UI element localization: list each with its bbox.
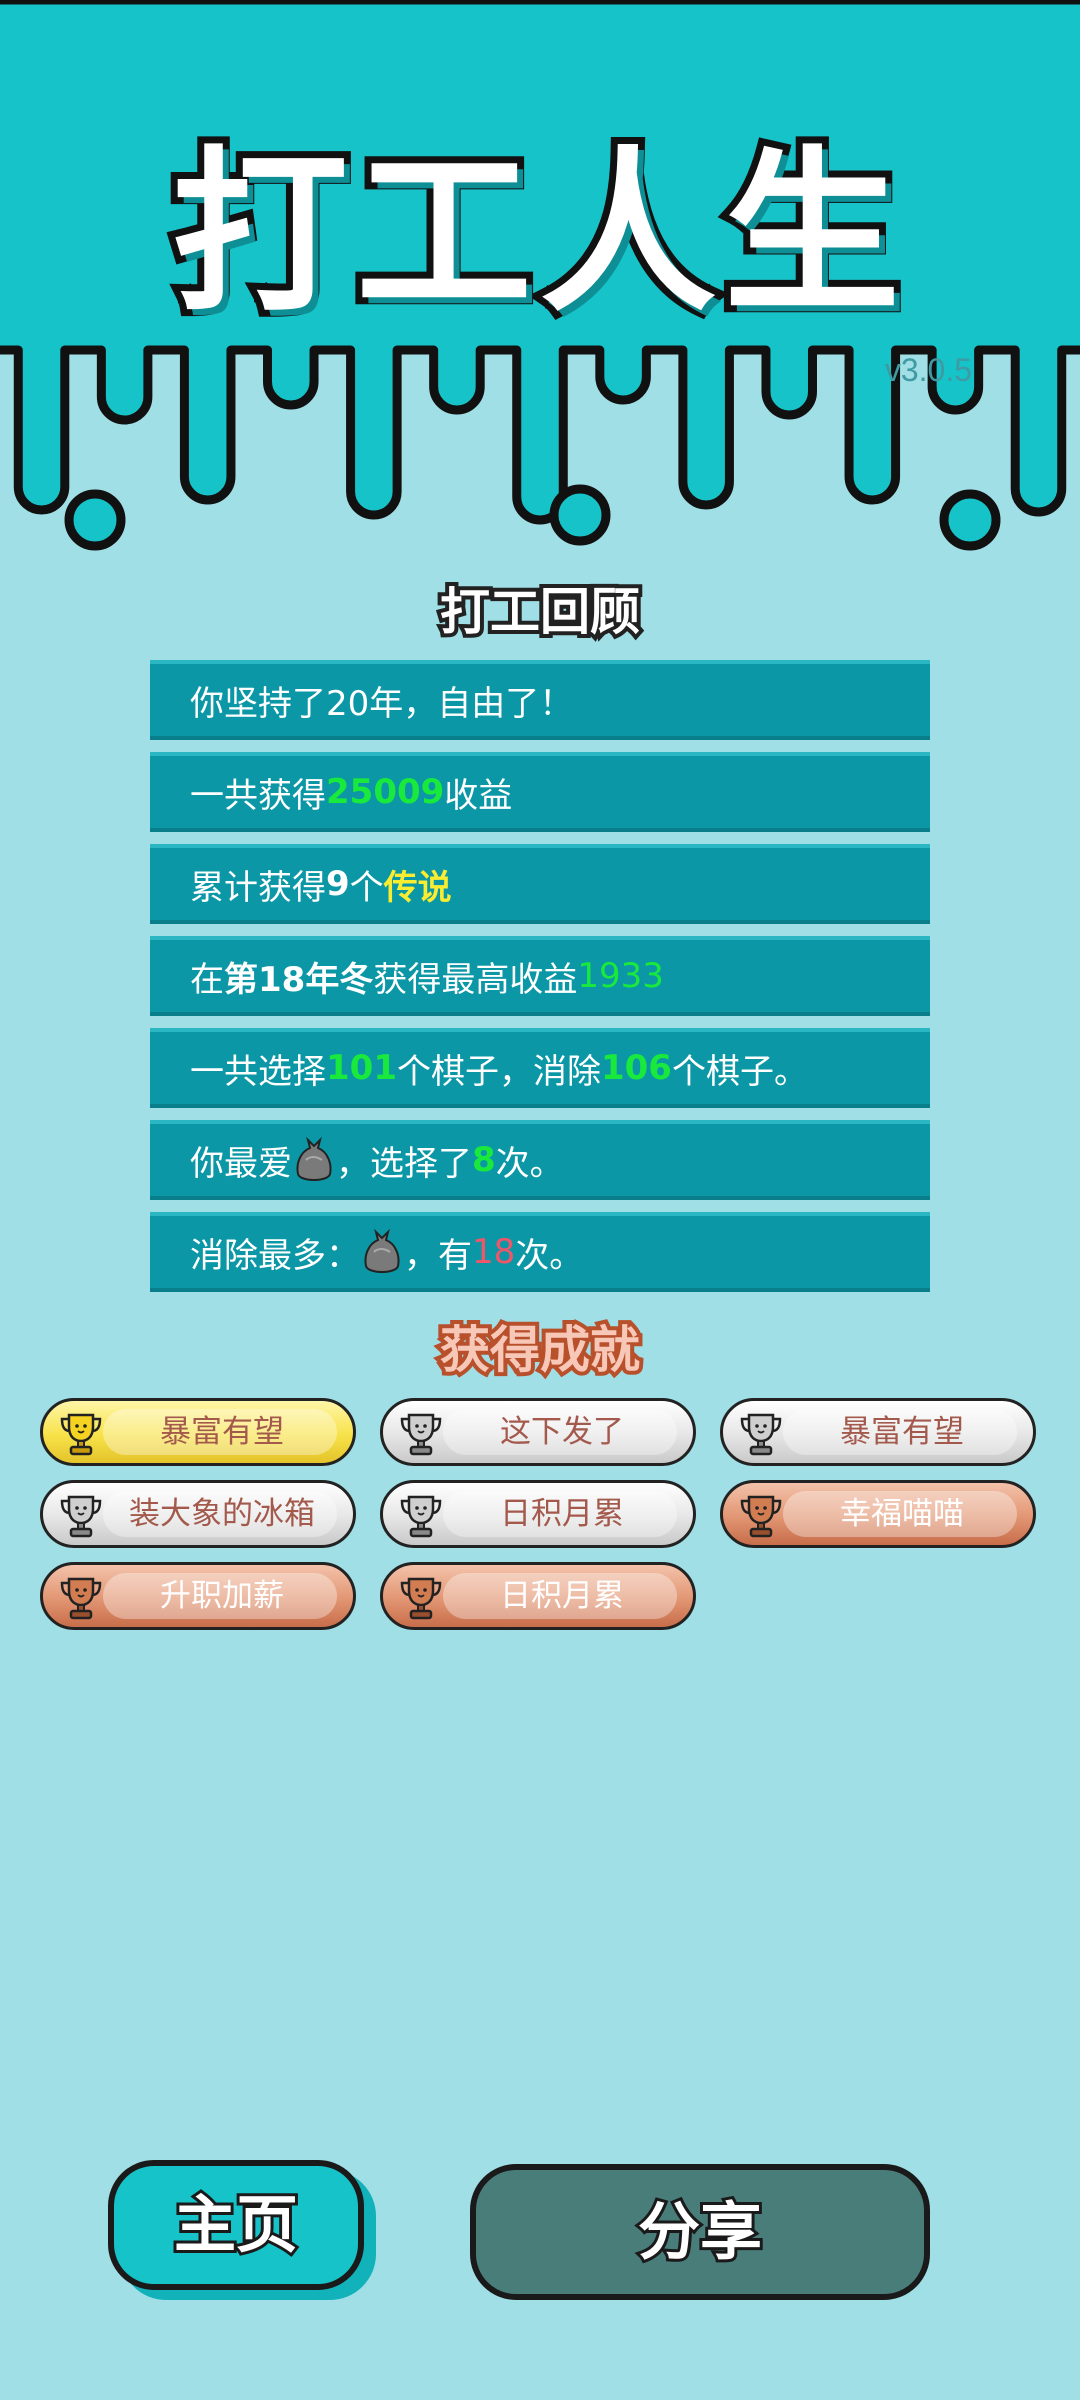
achievements-title: 获得成就	[436, 1317, 644, 1383]
achievement-badge[interactable]: 幸福喵喵	[720, 1480, 1036, 1548]
stat-text: ，有	[404, 1235, 472, 1276]
stat-text: 一共获得	[190, 775, 326, 816]
game-title: 打工人生	[165, 124, 908, 343]
stat-value: 101	[326, 1048, 397, 1088]
stat-value: 9	[326, 864, 350, 904]
drip-dot	[939, 489, 1001, 551]
share-button[interactable]: 分享	[470, 2164, 930, 2300]
garbage-bag-icon	[364, 1228, 400, 1273]
stat-value: 8	[472, 1140, 496, 1180]
trophy-icon	[60, 1413, 102, 1456]
trophy-icon	[60, 1577, 102, 1620]
trophy-icon	[740, 1413, 782, 1456]
achievement-label: 这下发了	[500, 1414, 624, 1450]
stat-text: 在	[190, 959, 224, 1000]
stat-text: 收益	[444, 775, 513, 816]
stat-value: 传说	[383, 867, 452, 908]
stat-text: 一共选择	[190, 1051, 326, 1092]
home-button[interactable]: 主页	[108, 2160, 364, 2290]
achievement-badge[interactable]: 这下发了	[380, 1398, 696, 1466]
achievement-badge[interactable]: 暴富有望	[40, 1398, 356, 1466]
stat-value: 18	[472, 1232, 516, 1272]
achievement-badge[interactable]: 日积月累	[380, 1562, 696, 1630]
stat-text: 消除最多：	[190, 1235, 360, 1276]
stat-text: 获得最高收益	[373, 959, 578, 1000]
achievement-label: 日积月累	[500, 1578, 624, 1614]
stat-value: 第18年冬	[224, 959, 374, 1000]
achievement-label: 装大象的冰箱	[129, 1496, 315, 1532]
stat-text: 你坚持了20年，自由了！	[190, 683, 574, 724]
stat-text: ，选择了	[336, 1143, 472, 1184]
stat-text: 次。	[495, 1143, 564, 1184]
stat-text: 累计获得	[190, 867, 326, 908]
trophy-icon	[60, 1495, 102, 1538]
review-list: 你坚持了20年，自由了！ 一共获得 25009 收益 累计获得 9 个传说 在 第18年…	[150, 660, 930, 1304]
trophy-icon	[740, 1495, 782, 1538]
stat-text: 个棋子，消除	[396, 1051, 601, 1092]
stat-favorite: 你最爱 ，选择了 8 次。	[150, 1120, 930, 1200]
achievement-badge[interactable]: 日积月累	[380, 1480, 696, 1548]
version-label: v3.0.5	[884, 352, 972, 388]
stat-years: 你坚持了20年，自由了！	[150, 660, 930, 740]
stat-value: 1933	[577, 956, 664, 996]
achievement-label: 升职加薪	[160, 1578, 284, 1614]
stat-text: 个棋子。	[671, 1051, 808, 1092]
review-title: 打工回顾	[436, 579, 644, 645]
stat-best-season: 在 第18年冬 获得最高收益 1933	[150, 936, 930, 1016]
achievement-label: 幸福喵喵	[840, 1496, 964, 1532]
stat-text: 你最爱	[190, 1143, 292, 1184]
stat-most-eliminated: 消除最多： ，有 18 次。	[150, 1212, 930, 1292]
drip-dot	[549, 484, 611, 546]
achievement-badge[interactable]: 暴富有望	[720, 1398, 1036, 1466]
trophy-icon	[400, 1577, 442, 1620]
trophy-icon	[400, 1495, 442, 1538]
stat-pieces: 一共选择 101 个棋子，消除 106 个棋子。	[150, 1028, 930, 1108]
stat-value: 106	[600, 1048, 672, 1088]
stat-text: 个	[349, 867, 384, 908]
achievement-label: 日积月累	[500, 1496, 624, 1532]
stat-total-income: 一共获得 25009 收益	[150, 752, 930, 832]
trophy-icon	[400, 1413, 442, 1456]
stat-value: 25009	[326, 772, 445, 812]
achievement-label: 暴富有望	[160, 1414, 284, 1450]
drip-dot	[64, 489, 126, 551]
stat-text: 次。	[515, 1235, 584, 1276]
stat-legendary: 累计获得 9 个传说	[150, 844, 930, 924]
achievement-badge[interactable]: 升职加薪	[40, 1562, 356, 1630]
garbage-bag-icon	[296, 1136, 332, 1181]
achievement-label: 暴富有望	[840, 1414, 964, 1450]
achievement-badge[interactable]: 装大象的冰箱	[40, 1480, 356, 1548]
